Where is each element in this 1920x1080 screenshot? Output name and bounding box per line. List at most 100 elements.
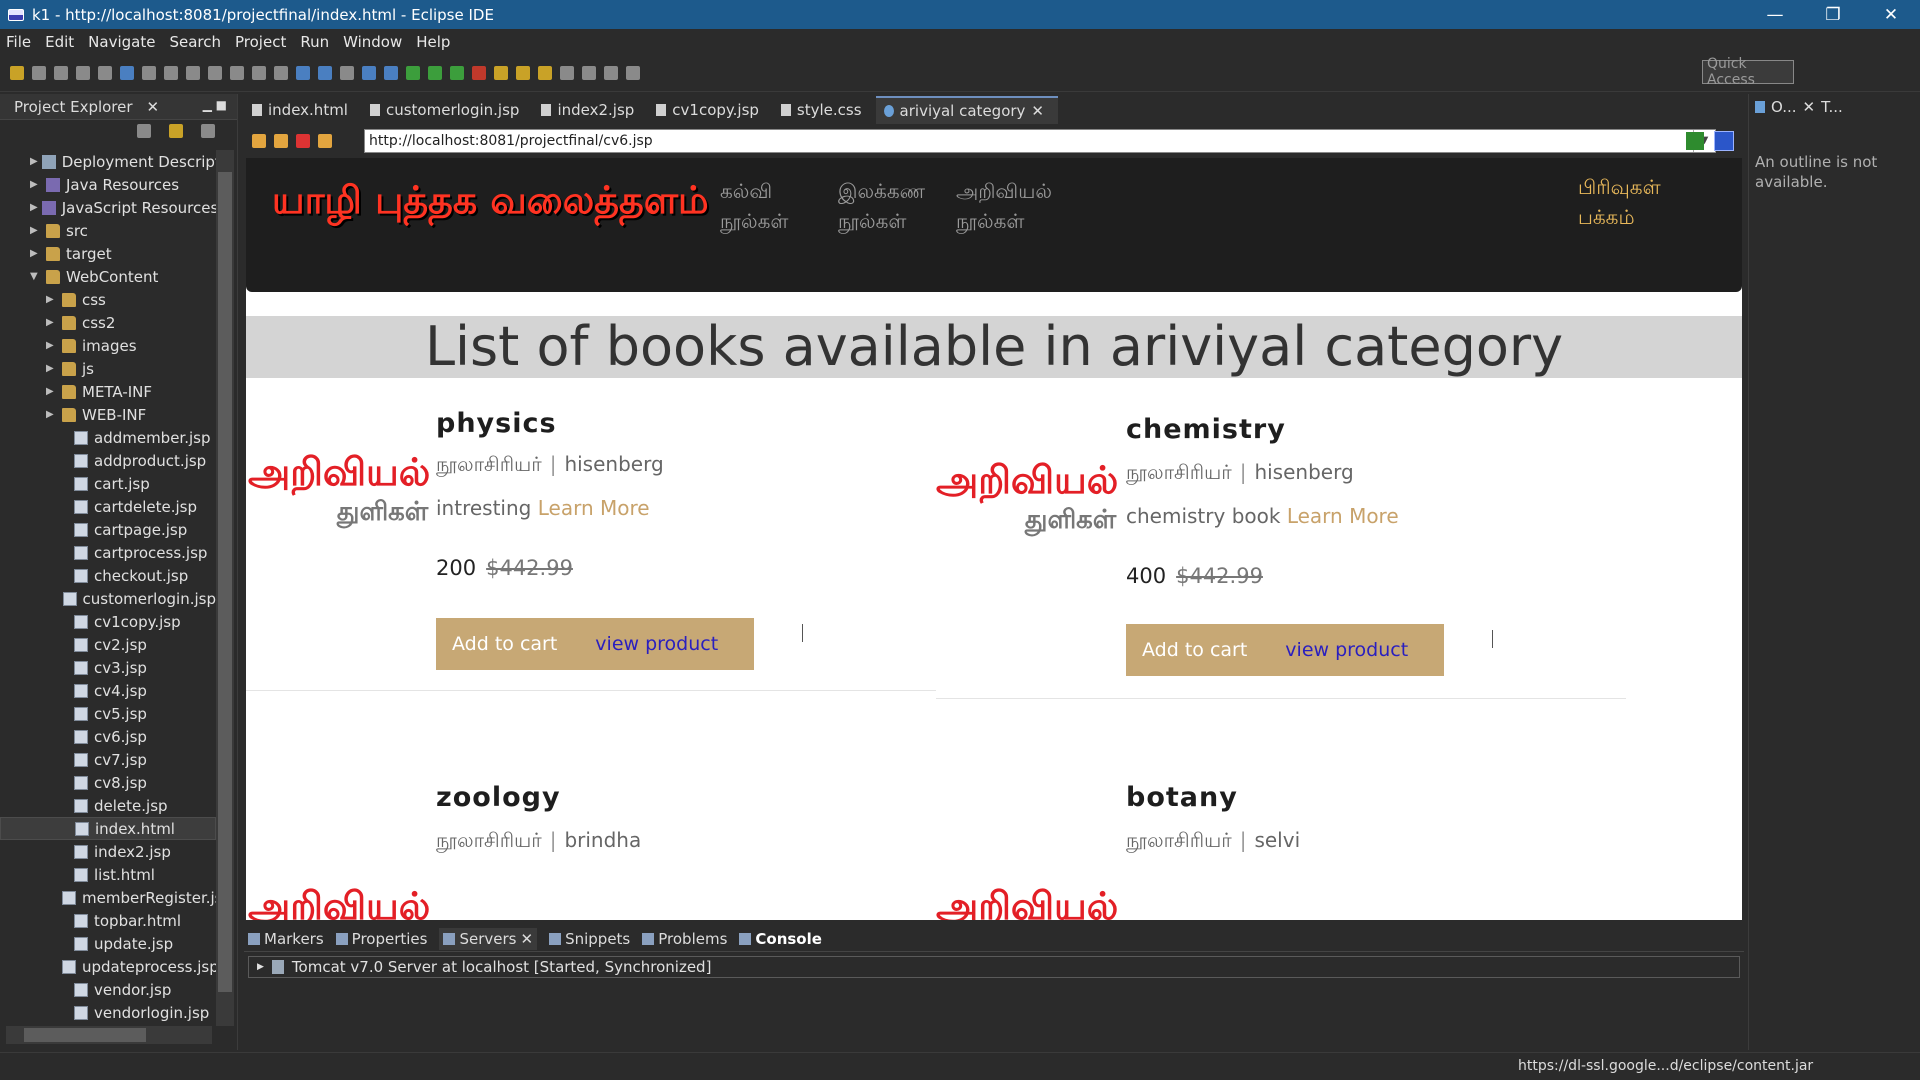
- back-icon[interactable]: [604, 65, 618, 80]
- vertical-scrollbar[interactable]: [216, 150, 234, 1026]
- tree-item[interactable]: cart.jsp: [0, 472, 216, 495]
- tree-item[interactable]: checkout.jsp: [0, 564, 216, 587]
- tab-servers[interactable]: Servers ✕: [439, 927, 538, 950]
- tree-item[interactable]: vendor.jsp: [0, 978, 216, 1001]
- add-to-cart-button[interactable]: Add to cart: [452, 633, 557, 655]
- tree-item[interactable]: cv2.jsp: [0, 633, 216, 656]
- chevron-down-icon[interactable]: ▼: [30, 271, 42, 282]
- tab-console[interactable]: Console: [739, 930, 822, 948]
- stop-icon[interactable]: [296, 134, 310, 148]
- step-return-icon[interactable]: [274, 65, 288, 80]
- menu-search[interactable]: Search: [169, 33, 221, 51]
- scrollbar-thumb[interactable]: [24, 1028, 146, 1042]
- last-edit-icon[interactable]: [582, 65, 596, 80]
- tab-index2-jsp[interactable]: index2.jsp: [533, 96, 648, 124]
- menu-project[interactable]: Project: [235, 33, 286, 51]
- view-product-link[interactable]: view product: [1285, 639, 1408, 661]
- web-browser-icon[interactable]: [384, 65, 398, 80]
- tab-customerlogin-jsp[interactable]: customerlogin.jsp: [362, 96, 533, 124]
- product-image[interactable]: அறிவியல்: [248, 886, 430, 920]
- tree-item[interactable]: cv3.jsp: [0, 656, 216, 679]
- print-icon[interactable]: [76, 65, 90, 80]
- nav-ariviyal[interactable]: அறிவியல் நூல்கள்: [956, 176, 1066, 236]
- product-image[interactable]: அறிவியல்: [936, 886, 1118, 920]
- chevron-right-icon[interactable]: ▶: [30, 225, 42, 236]
- tree-item[interactable]: addproduct.jsp: [0, 449, 216, 472]
- debug-config-icon[interactable]: [98, 65, 112, 80]
- forward-arrow-icon[interactable]: [274, 134, 288, 148]
- search-icon[interactable]: [538, 65, 552, 80]
- tree-item[interactable]: ▶ JavaScript Resources: [0, 196, 216, 219]
- tab-markers[interactable]: Markers: [248, 930, 324, 948]
- terminate-icon[interactable]: [186, 65, 200, 80]
- tree-item[interactable]: cv7.jsp: [0, 748, 216, 771]
- open-task-icon[interactable]: [516, 65, 530, 80]
- close-icon[interactable]: ✕: [147, 98, 160, 116]
- run-icon[interactable]: [428, 65, 442, 80]
- tree-item[interactable]: ▶ css2: [0, 311, 216, 334]
- chevron-right-icon[interactable]: ▶: [30, 248, 42, 259]
- tab-snippets[interactable]: Snippets: [549, 930, 630, 948]
- disconnect-icon[interactable]: [208, 65, 222, 80]
- tree-item[interactable]: ▶ Java Resources: [0, 173, 216, 196]
- horizontal-scrollbar[interactable]: [6, 1026, 212, 1044]
- tree-item[interactable]: cv8.jsp: [0, 771, 216, 794]
- tree-item[interactable]: ▶ target: [0, 242, 216, 265]
- tree-item[interactable]: ▶ Deployment Descripto: [0, 150, 216, 173]
- save-all-icon[interactable]: [54, 65, 68, 80]
- tree-item[interactable]: cartdelete.jsp: [0, 495, 216, 518]
- restore-button[interactable]: ❐: [1804, 0, 1862, 29]
- tree-item[interactable]: ▶ js: [0, 357, 216, 380]
- tree-item[interactable]: index.html: [0, 817, 216, 840]
- open-external-browser-icon[interactable]: [1714, 131, 1734, 151]
- tab-style-css[interactable]: style.css: [773, 96, 876, 124]
- tree-item[interactable]: cartprocess.jsp: [0, 541, 216, 564]
- minimize-button[interactable]: —: [1746, 0, 1804, 29]
- step-over-icon[interactable]: [252, 65, 266, 80]
- new-icon[interactable]: [10, 65, 24, 80]
- nav-ilakkana[interactable]: இலக்கண நூல்கள்: [838, 176, 938, 236]
- resume-icon[interactable]: [142, 65, 156, 80]
- learn-more-link[interactable]: Learn More: [1287, 504, 1399, 528]
- collapse-all-icon[interactable]: [137, 124, 151, 138]
- chevron-right-icon[interactable]: ▶: [257, 962, 264, 972]
- step-into-icon[interactable]: [230, 65, 244, 80]
- quick-access-input[interactable]: Quick Access: [1702, 56, 1794, 88]
- product-image[interactable]: அறிவியல் துளிகள்: [248, 452, 430, 532]
- tree-item[interactable]: ▼ WebContent: [0, 265, 216, 288]
- chevron-right-icon[interactable]: ▶: [46, 386, 58, 397]
- tab-task-list[interactable]: T...: [1821, 98, 1843, 116]
- menu-help[interactable]: Help: [416, 33, 450, 51]
- chevron-right-icon[interactable]: ▶: [46, 363, 58, 374]
- chevron-right-icon[interactable]: ▶: [46, 317, 58, 328]
- link-with-editor-icon[interactable]: [169, 124, 183, 138]
- tree-item[interactable]: memberRegister.jsp: [0, 886, 216, 909]
- menu-file[interactable]: File: [6, 33, 31, 51]
- tree-item[interactable]: ▶ META-INF: [0, 380, 216, 403]
- back-arrow-icon[interactable]: [252, 134, 266, 148]
- tree-item[interactable]: delete.jsp: [0, 794, 216, 817]
- close-icon[interactable]: ✕: [1803, 98, 1816, 116]
- tree-item[interactable]: ▶ images: [0, 334, 216, 357]
- chevron-right-icon[interactable]: ▶: [46, 409, 58, 420]
- chevron-right-icon[interactable]: ▶: [30, 202, 38, 213]
- tree-item[interactable]: index2.jsp: [0, 840, 216, 863]
- scrollbar-thumb[interactable]: [218, 172, 232, 992]
- tree-item[interactable]: customerlogin.jsp: [0, 587, 216, 610]
- categories-page-link[interactable]: பிரிவுகள் பக்கம்: [1578, 172, 1688, 232]
- chevron-right-icon[interactable]: ▶: [46, 294, 58, 305]
- tree-item[interactable]: vendorlogin.jsp: [0, 1001, 216, 1024]
- tab-index-html[interactable]: index.html: [244, 96, 362, 124]
- suspend-icon[interactable]: [164, 65, 178, 80]
- close-icon[interactable]: ✕: [521, 930, 534, 948]
- tree-item[interactable]: updateprocess.jsp: [0, 955, 216, 978]
- close-button[interactable]: ✕: [1862, 0, 1920, 29]
- tree-item[interactable]: ▶ WEB-INF: [0, 403, 216, 426]
- tab-properties[interactable]: Properties: [335, 930, 427, 948]
- go-icon[interactable]: [1686, 132, 1704, 150]
- learn-more-link[interactable]: Learn More: [538, 496, 650, 520]
- show-whitespace-icon[interactable]: [340, 65, 354, 80]
- view-product-link[interactable]: view product: [595, 633, 718, 655]
- chevron-right-icon[interactable]: ▶: [46, 340, 58, 351]
- tree-item[interactable]: update.jsp: [0, 932, 216, 955]
